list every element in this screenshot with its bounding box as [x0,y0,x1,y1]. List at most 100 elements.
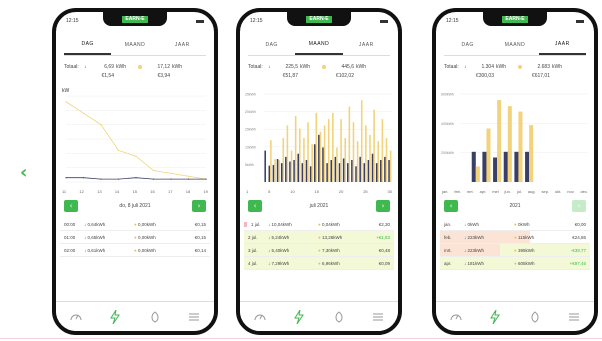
signal-battery-icon [380,19,388,23]
x-tick-label: feb. [454,189,461,194]
row-time: 01:00 [64,234,76,240]
x-tick-label: nov. [567,189,575,194]
leaf-icon[interactable] [528,310,542,324]
row-consumption: ↓ 0,64kWh [84,221,106,227]
data-point [135,177,137,179]
bar-injection [286,125,289,182]
bar-consumption [380,160,382,182]
bar-injection [294,116,297,182]
bar-consumption [493,157,498,182]
bar-consumption [289,161,291,182]
row-injection: ● 0kWh [514,221,530,227]
brand-logo: EARN-E [306,15,332,23]
injection-eur: €3,94 [157,72,170,79]
data-point [187,178,190,180]
unit: kWh [172,63,182,70]
row-injection: ● 605kWh [514,260,535,266]
prev-year-button[interactable]: ‹ [444,200,458,212]
tab-day[interactable]: DAG [64,34,112,55]
x-tick-label: 14 [114,189,120,194]
consumption-kwh: 225,5 [285,63,298,70]
bar-injection [344,138,347,182]
row-injection: ● 395kWh [514,247,535,253]
bolt-icon[interactable] [488,309,502,324]
row-consumption: ↓ 0,61kWh [84,247,106,253]
unit: kWh [496,63,506,70]
bottom-nav [436,301,594,331]
date-navigator: ‹ do, 8 juli 2021 › [64,200,206,212]
row-injection: ● 13,26kWh [318,234,343,240]
tab-month[interactable]: MAAND [111,34,158,55]
month-bar-chart: 25kWh 20kWh 15kWh 10kWh 5kWh [244,88,394,188]
x-tick-label: 18 [185,189,191,194]
bar-consumption [313,144,316,182]
unit: kWh [116,63,126,70]
gauge-icon[interactable] [253,310,267,324]
signal-battery-icon [576,19,584,23]
next-year-button[interactable]: › [572,200,586,212]
bar-consumption [503,151,508,182]
row-amount: €2,30 [378,221,390,227]
next-month-button[interactable]: › [375,200,390,212]
leaf-icon[interactable] [332,310,346,324]
tab-year[interactable]: JAAR [538,34,586,55]
x-tick-label: 15 [132,189,138,194]
period-tabs: DAG MAAND JAAR [248,34,390,56]
bar-injection [356,141,359,182]
x-tick-label: 11 [62,189,67,194]
menu-icon[interactable] [567,310,581,324]
x-tick-label: mrt. [466,189,474,194]
x-tick-label: sep. [541,189,550,194]
x-tick-label: 12 [79,189,84,194]
hourly-table: 00:00 ↓ 0,64kWh ● 0,00kWh €0,15 01:00 ↓ … [60,218,210,257]
gauge-icon[interactable] [69,310,83,324]
x-tick-label: 5 [268,189,271,194]
menu-icon[interactable] [187,310,201,324]
x-tick-label: jul. [516,189,522,194]
menu-icon[interactable] [371,310,385,324]
bar-injection [369,134,371,182]
data-point [65,101,67,103]
prev-month-button[interactable]: ‹ [248,200,262,212]
leaf-icon[interactable] [148,310,162,324]
tab-month[interactable]: MAAND [295,34,343,55]
consumption-icon: ↓ [268,63,271,70]
bar-consumption [305,160,308,182]
bar-injection [497,100,502,182]
month-bars: 25kWh 20kWh 15kWh 10kWh 5kWh [245,93,392,182]
status-time: 12:15 [66,18,79,24]
bar-injection [340,119,342,182]
consumption-eur: €300,03 [475,72,494,79]
bar-injection [290,150,293,182]
tab-day[interactable]: DAG [444,34,491,55]
row-month: apr. [444,260,452,266]
tab-year[interactable]: JAAR [343,34,390,55]
consumption-eur: €1,54 [101,72,114,79]
tab-year[interactable]: JAAR [159,34,206,55]
row-date: 1 jul. [244,221,268,227]
tab-month[interactable]: MAAND [491,34,538,55]
bar-consumption [268,165,271,182]
daily-table: 1 jul. ↓ 10,04kWh ● 0,04kWh €2,30 2 jul.… [244,218,394,270]
gauge-icon[interactable] [449,310,463,324]
bar-injection [319,131,322,182]
totals-label: Totaal: [444,63,459,70]
bar-consumption [359,156,361,182]
y-tick-label: 15kWh [245,128,256,132]
bar-injection [336,147,338,182]
status-time: 12:15 [250,18,263,24]
next-day-button[interactable]: › [191,200,206,212]
bolt-icon[interactable] [292,309,306,324]
bar-consumption [330,160,333,182]
bolt-icon[interactable] [108,309,122,324]
data-point [152,178,155,180]
status-time: 12:15 [446,18,459,24]
unit: kWh [552,63,562,70]
carousel-prev-arrow[interactable]: ‹ [20,164,27,182]
tab-day[interactable]: DAG [248,34,295,55]
data-point [117,178,120,180]
phone-notch: EARN-E [103,12,167,26]
prev-day-button[interactable]: ‹ [64,200,78,212]
x-tick-label: 16 [150,189,155,194]
bottom-nav [240,301,398,331]
